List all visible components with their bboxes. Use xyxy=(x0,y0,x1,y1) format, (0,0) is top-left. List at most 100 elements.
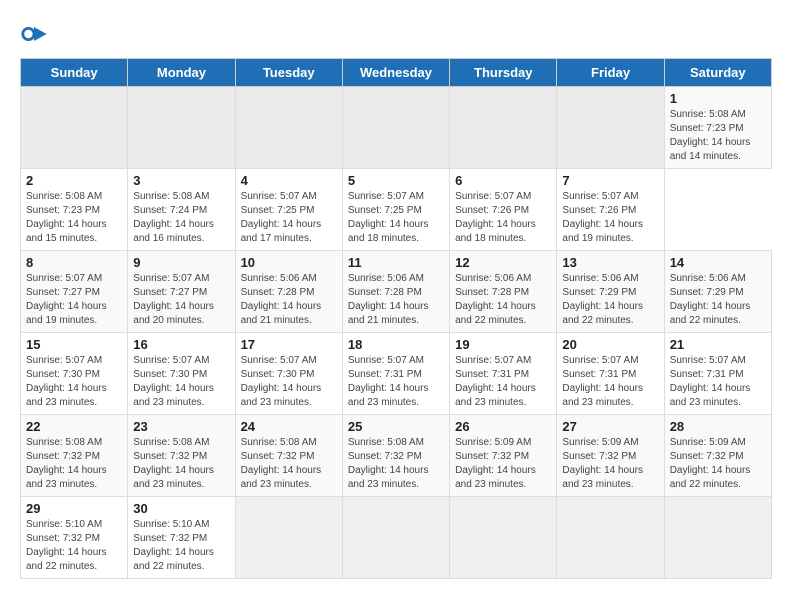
day-number: 29 xyxy=(26,501,122,516)
calendar-header: SundayMondayTuesdayWednesdayThursdayFrid… xyxy=(21,59,772,87)
day-info: Sunrise: 5:08 AMSunset: 7:23 PMDaylight:… xyxy=(670,108,766,164)
day-number: 15 xyxy=(26,337,122,352)
calendar-cell xyxy=(450,87,557,169)
header-day: Sunday xyxy=(21,59,128,87)
day-info: Sunrise: 5:06 AMSunset: 7:29 PMDaylight:… xyxy=(670,272,766,328)
calendar-week: 1 Sunrise: 5:08 AMSunset: 7:23 PMDaylight… xyxy=(21,87,772,169)
calendar-cell: 29 Sunrise: 5:10 AMSunset: 7:32 PMDayligh… xyxy=(21,497,128,579)
day-info: Sunrise: 5:07 AMSunset: 7:30 PMDaylight:… xyxy=(26,354,122,410)
day-info: Sunrise: 5:08 AMSunset: 7:32 PMDaylight:… xyxy=(133,436,229,492)
header-day: Thursday xyxy=(450,59,557,87)
calendar-cell xyxy=(342,87,449,169)
day-info: Sunrise: 5:06 AMSunset: 7:28 PMDaylight:… xyxy=(455,272,551,328)
calendar-cell: 30 Sunrise: 5:10 AMSunset: 7:32 PMDayligh… xyxy=(128,497,235,579)
day-number: 1 xyxy=(670,91,766,106)
day-info: Sunrise: 5:07 AMSunset: 7:26 PMDaylight:… xyxy=(455,190,551,246)
day-number: 23 xyxy=(133,419,229,434)
day-info: Sunrise: 5:09 AMSunset: 7:32 PMDaylight:… xyxy=(670,436,766,492)
calendar-cell: 16Sunrise: 5:07 AMSunset: 7:30 PMDayligh… xyxy=(128,333,235,415)
day-info: Sunrise: 5:08 AMSunset: 7:23 PMDaylight:… xyxy=(26,190,122,246)
day-number: 5 xyxy=(348,173,444,188)
day-info: Sunrise: 5:07 AMSunset: 7:31 PMDaylight:… xyxy=(562,354,658,410)
calendar-cell: 22 Sunrise: 5:08 AMSunset: 7:32 PMDayligh… xyxy=(21,415,128,497)
day-info: Sunrise: 5:09 AMSunset: 7:32 PMDaylight:… xyxy=(455,436,551,492)
day-number: 8 xyxy=(26,255,122,270)
day-number: 17 xyxy=(241,337,337,352)
calendar-cell: 10 Sunrise: 5:06 AMSunset: 7:28 PMDayligh… xyxy=(235,251,342,333)
day-number: 24 xyxy=(241,419,337,434)
day-number: 10 xyxy=(241,255,337,270)
day-number: 12 xyxy=(455,255,551,270)
day-number: 20 xyxy=(562,337,658,352)
calendar-cell xyxy=(664,497,771,579)
logo-icon xyxy=(20,20,48,48)
calendar-cell: 24Sunrise: 5:08 AMSunset: 7:32 PMDayligh… xyxy=(235,415,342,497)
day-info: Sunrise: 5:07 AMSunset: 7:25 PMDaylight:… xyxy=(241,190,337,246)
calendar-cell xyxy=(342,497,449,579)
day-number: 21 xyxy=(670,337,766,352)
day-info: Sunrise: 5:06 AMSunset: 7:29 PMDaylight:… xyxy=(562,272,658,328)
header-day: Wednesday xyxy=(342,59,449,87)
calendar-cell xyxy=(557,497,664,579)
calendar-cell xyxy=(235,87,342,169)
header-row: SundayMondayTuesdayWednesdayThursdayFrid… xyxy=(21,59,772,87)
day-number: 13 xyxy=(562,255,658,270)
calendar-cell: 13 Sunrise: 5:06 AMSunset: 7:29 PMDayligh… xyxy=(557,251,664,333)
day-info: Sunrise: 5:10 AMSunset: 7:32 PMDaylight:… xyxy=(26,518,122,574)
logo xyxy=(20,20,52,48)
header-day: Saturday xyxy=(664,59,771,87)
day-number: 22 xyxy=(26,419,122,434)
calendar-cell: 11 Sunrise: 5:06 AMSunset: 7:28 PMDayligh… xyxy=(342,251,449,333)
calendar-cell xyxy=(557,87,664,169)
day-info: Sunrise: 5:10 AMSunset: 7:32 PMDaylight:… xyxy=(133,518,229,574)
calendar-cell xyxy=(128,87,235,169)
header-day: Tuesday xyxy=(235,59,342,87)
calendar-cell: 20 Sunrise: 5:07 AMSunset: 7:31 PMDayligh… xyxy=(557,333,664,415)
day-number: 25 xyxy=(348,419,444,434)
day-info: Sunrise: 5:07 AMSunset: 7:27 PMDaylight:… xyxy=(26,272,122,328)
calendar-cell: 18Sunrise: 5:07 AMSunset: 7:31 PMDayligh… xyxy=(342,333,449,415)
day-info: Sunrise: 5:08 AMSunset: 7:32 PMDaylight:… xyxy=(348,436,444,492)
day-number: 7 xyxy=(562,173,658,188)
calendar-cell: 5 Sunrise: 5:07 AMSunset: 7:25 PMDaylight… xyxy=(342,169,449,251)
calendar-cell: 7 Sunrise: 5:07 AMSunset: 7:26 PMDaylight… xyxy=(557,169,664,251)
calendar-cell: 17Sunrise: 5:07 AMSunset: 7:30 PMDayligh… xyxy=(235,333,342,415)
day-number: 14 xyxy=(670,255,766,270)
calendar-cell: 6 Sunrise: 5:07 AMSunset: 7:26 PMDaylight… xyxy=(450,169,557,251)
calendar-cell xyxy=(235,497,342,579)
day-info: Sunrise: 5:08 AMSunset: 7:32 PMDaylight:… xyxy=(26,436,122,492)
day-info: Sunrise: 5:07 AMSunset: 7:31 PMDaylight:… xyxy=(455,354,551,410)
calendar-cell: 25 Sunrise: 5:08 AMSunset: 7:32 PMDayligh… xyxy=(342,415,449,497)
calendar-body: 1 Sunrise: 5:08 AMSunset: 7:23 PMDaylight… xyxy=(21,87,772,579)
calendar-cell: 9 Sunrise: 5:07 AMSunset: 7:27 PMDaylight… xyxy=(128,251,235,333)
day-number: 2 xyxy=(26,173,122,188)
calendar-cell: 8 Sunrise: 5:07 AMSunset: 7:27 PMDaylight… xyxy=(21,251,128,333)
day-number: 19 xyxy=(455,337,551,352)
day-number: 11 xyxy=(348,255,444,270)
day-info: Sunrise: 5:09 AMSunset: 7:32 PMDaylight:… xyxy=(562,436,658,492)
day-number: 30 xyxy=(133,501,229,516)
calendar-week: 15 Sunrise: 5:07 AMSunset: 7:30 PMDayligh… xyxy=(21,333,772,415)
calendar-table: SundayMondayTuesdayWednesdayThursdayFrid… xyxy=(20,58,772,579)
day-info: Sunrise: 5:07 AMSunset: 7:26 PMDaylight:… xyxy=(562,190,658,246)
day-info: Sunrise: 5:07 AMSunset: 7:25 PMDaylight:… xyxy=(348,190,444,246)
calendar-cell xyxy=(21,87,128,169)
calendar-cell: 26Sunrise: 5:09 AMSunset: 7:32 PMDayligh… xyxy=(450,415,557,497)
calendar-cell: 23 Sunrise: 5:08 AMSunset: 7:32 PMDayligh… xyxy=(128,415,235,497)
calendar-cell: 27 Sunrise: 5:09 AMSunset: 7:32 PMDayligh… xyxy=(557,415,664,497)
day-info: Sunrise: 5:08 AMSunset: 7:24 PMDaylight:… xyxy=(133,190,229,246)
calendar-cell: 12 Sunrise: 5:06 AMSunset: 7:28 PMDayligh… xyxy=(450,251,557,333)
calendar-cell: 2 Sunrise: 5:08 AMSunset: 7:23 PMDaylight… xyxy=(21,169,128,251)
day-number: 6 xyxy=(455,173,551,188)
day-number: 9 xyxy=(133,255,229,270)
header-day: Monday xyxy=(128,59,235,87)
day-info: Sunrise: 5:07 AMSunset: 7:27 PMDaylight:… xyxy=(133,272,229,328)
day-number: 18 xyxy=(348,337,444,352)
day-info: Sunrise: 5:06 AMSunset: 7:28 PMDaylight:… xyxy=(241,272,337,328)
day-info: Sunrise: 5:06 AMSunset: 7:28 PMDaylight:… xyxy=(348,272,444,328)
calendar-cell: 15 Sunrise: 5:07 AMSunset: 7:30 PMDayligh… xyxy=(21,333,128,415)
calendar-cell: 4Sunrise: 5:07 AMSunset: 7:25 PMDaylight… xyxy=(235,169,342,251)
calendar-cell: 21Sunrise: 5:07 AMSunset: 7:31 PMDayligh… xyxy=(664,333,771,415)
day-number: 16 xyxy=(133,337,229,352)
day-number: 27 xyxy=(562,419,658,434)
